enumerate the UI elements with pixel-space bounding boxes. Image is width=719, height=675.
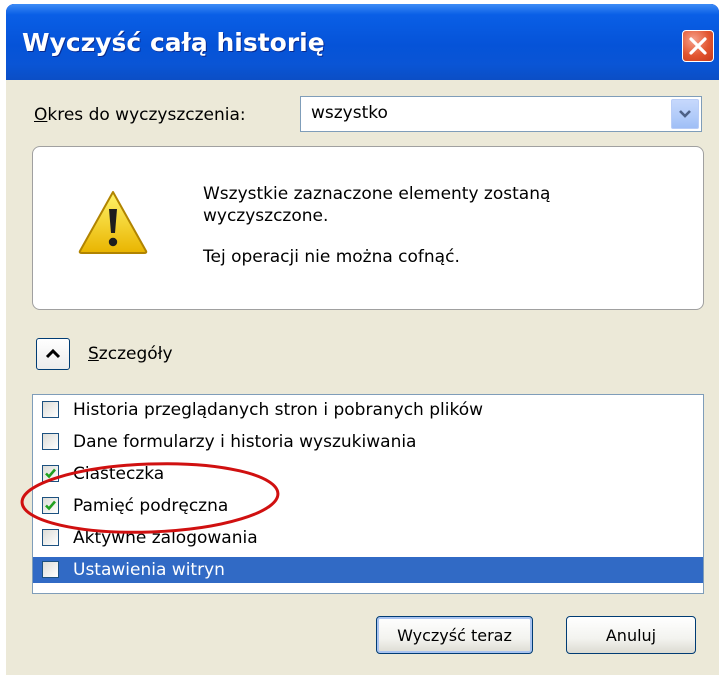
window-title: Wyczyść całą historię (22, 28, 325, 57)
period-select[interactable]: wszystko (300, 96, 702, 132)
checkmark-icon (45, 468, 56, 479)
period-label: Okres do wyczyszczenia: (34, 105, 246, 125)
list-item-site-settings[interactable]: Ustawienia witryn (33, 557, 703, 583)
details-toggle-button[interactable] (36, 338, 70, 370)
checkbox-history[interactable] (42, 401, 59, 418)
list-item-active-logins[interactable]: Aktywne zalogowania (33, 525, 703, 551)
item-label: Aktywne zalogowania (73, 528, 258, 548)
close-icon (689, 37, 707, 55)
checkmark-icon (45, 500, 56, 511)
details-label[interactable]: Szczegóły (88, 344, 173, 364)
cancel-button[interactable]: Anuluj (566, 616, 696, 654)
period-dropdown-button[interactable] (671, 99, 699, 129)
item-label: Dane formularzy i historia wyszukiwania (73, 432, 417, 452)
list-item-cache[interactable]: Pamięć podręczna (33, 493, 703, 519)
list-item-cookies[interactable]: Ciasteczka (33, 461, 703, 487)
item-label: Ustawienia witryn (73, 560, 225, 580)
chevron-down-icon (679, 110, 691, 118)
clear-now-button[interactable]: Wyczyść teraz (376, 616, 533, 654)
title-bar[interactable]: Wyczyść całą historię (6, 4, 719, 80)
dialog-content: Okres do wyczyszczenia: wszystko Wszystk… (6, 80, 719, 675)
item-label: Pamięć podręczna (73, 496, 229, 516)
warning-irreversible: Tej operacji nie można cofnąć. (203, 247, 460, 267)
item-label: Ciasteczka (73, 464, 165, 484)
period-select-value: wszystko (311, 103, 388, 123)
checkbox-active-logins[interactable] (42, 529, 59, 546)
chevron-up-icon (45, 348, 61, 359)
items-list[interactable]: Historia przeglądanych stron i pobranych… (32, 394, 704, 594)
checkbox-cookies[interactable] (42, 465, 59, 482)
checkbox-form-data[interactable] (42, 433, 59, 450)
clear-history-dialog: Wyczyść całą historię Okres do wyczyszcz… (6, 4, 719, 675)
list-item-history[interactable]: Historia przeglądanych stron i pobranych… (33, 397, 703, 423)
warning-icon (78, 191, 148, 254)
list-item-form-data[interactable]: Dane formularzy i historia wyszukiwania (33, 429, 703, 455)
warning-message: Wszystkie zaznaczone elementy zostaną wy… (203, 184, 551, 226)
checkbox-site-settings[interactable] (42, 561, 59, 578)
warning-box: Wszystkie zaznaczone elementy zostaną wy… (32, 146, 704, 310)
item-label: Historia przeglądanych stron i pobranych… (73, 400, 484, 420)
close-button[interactable] (682, 30, 714, 62)
checkbox-cache[interactable] (42, 497, 59, 514)
